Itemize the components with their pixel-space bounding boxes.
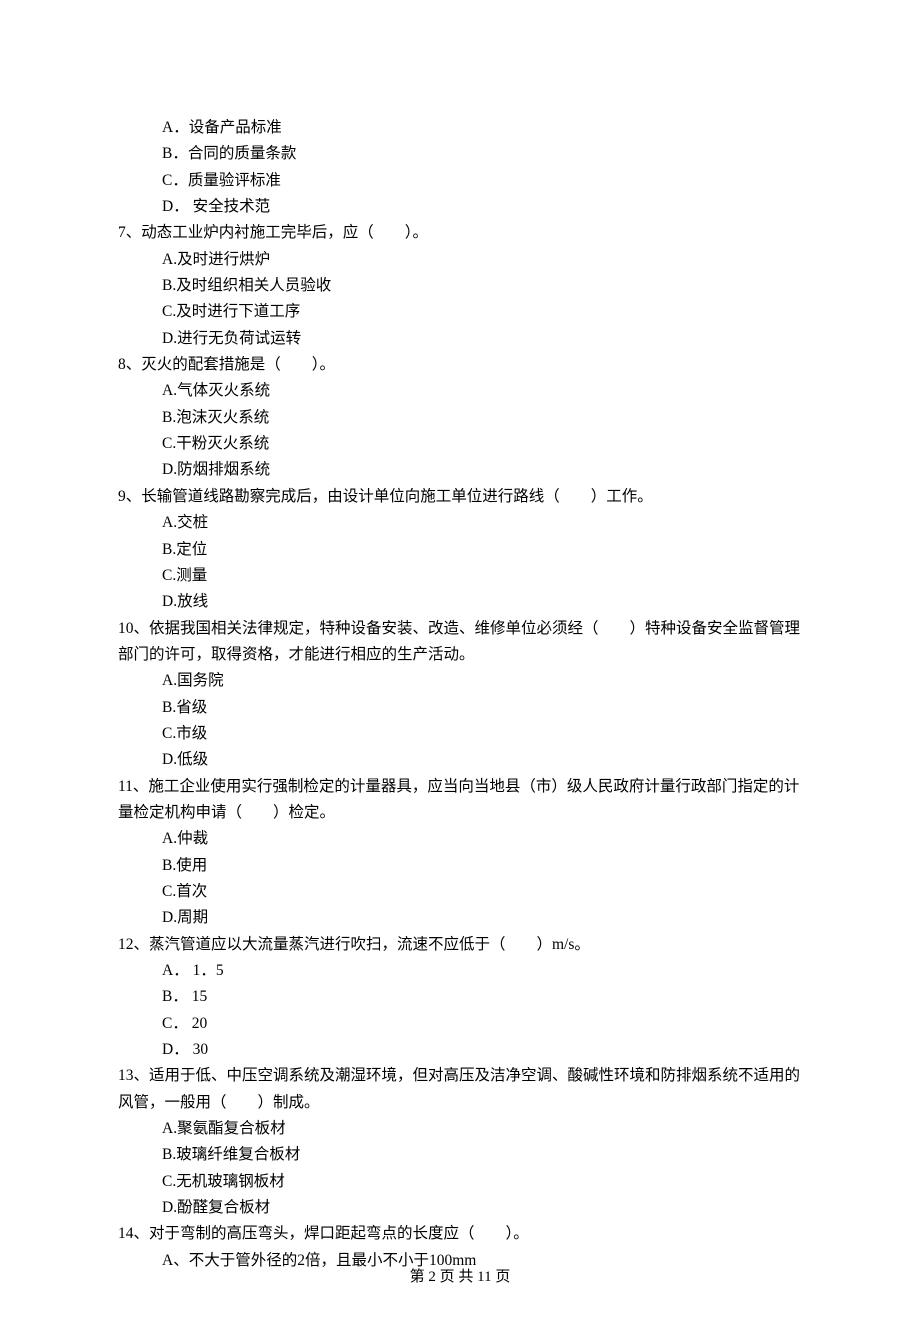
q6-option-c: C．质量验评标准 bbox=[118, 168, 802, 194]
q8-option-a: A.气体灭火系统 bbox=[118, 378, 802, 404]
q13-option-b: B.玻璃纤维复合板材 bbox=[118, 1142, 802, 1168]
q9-stem: 9、长输管道线路勘察完成后，由设计单位向施工单位进行路线（ ）工作。 bbox=[118, 484, 802, 510]
q12-option-a: A． 1．5 bbox=[118, 958, 802, 984]
q11-stem: 11、施工企业使用实行强制检定的计量器具，应当向当地县（市）级人民政府计量行政部… bbox=[118, 774, 802, 827]
q12-stem: 12、蒸汽管道应以大流量蒸汽进行吹扫，流速不应低于（ ）m/s。 bbox=[118, 932, 802, 958]
q11-option-b: B.使用 bbox=[118, 853, 802, 879]
q8-stem: 8、灭火的配套措施是（ ）。 bbox=[118, 352, 802, 378]
q13-stem: 13、适用于低、中压空调系统及潮湿环境，但对高压及洁净空调、酸碱性环境和防排烟系… bbox=[118, 1063, 802, 1116]
q10-stem: 10、依据我国相关法律规定，特种设备安装、改造、维修单位必须经（ ）特种设备安全… bbox=[118, 616, 802, 669]
q10-option-b: B.省级 bbox=[118, 695, 802, 721]
q8-option-d: D.防烟排烟系统 bbox=[118, 457, 802, 483]
q9-option-b: B.定位 bbox=[118, 537, 802, 563]
q13-option-a: A.聚氨酯复合板材 bbox=[118, 1116, 802, 1142]
q13-option-c: C.无机玻璃钢板材 bbox=[118, 1169, 802, 1195]
q9-option-a: A.交桩 bbox=[118, 510, 802, 536]
q11-option-c: C.首次 bbox=[118, 879, 802, 905]
q11-option-a: A.仲裁 bbox=[118, 826, 802, 852]
q9-option-d: D.放线 bbox=[118, 589, 802, 615]
q14-stem: 14、对于弯制的高压弯头，焊口距起弯点的长度应（ ）。 bbox=[118, 1221, 802, 1247]
q10-option-c: C.市级 bbox=[118, 721, 802, 747]
q10-option-d: D.低级 bbox=[118, 747, 802, 773]
q9-option-c: C.测量 bbox=[118, 563, 802, 589]
q7-option-b: B.及时组织相关人员验收 bbox=[118, 273, 802, 299]
q7-option-a: A.及时进行烘炉 bbox=[118, 247, 802, 273]
q13-option-d: D.酚醛复合板材 bbox=[118, 1195, 802, 1221]
document-page: A．设备产品标准 B．合同的质量条款 C．质量验评标准 D． 安全技术范 7、动… bbox=[0, 0, 920, 1324]
q7-option-d: D.进行无负荷试运转 bbox=[118, 326, 802, 352]
q10-option-a: A.国务院 bbox=[118, 668, 802, 694]
q6-option-b: B．合同的质量条款 bbox=[118, 141, 802, 167]
q12-option-c: C． 20 bbox=[118, 1011, 802, 1037]
page-footer: 第 2 页 共 11 页 bbox=[0, 1265, 920, 1291]
q12-option-b: B． 15 bbox=[118, 984, 802, 1010]
q8-option-b: B.泡沫灭火系统 bbox=[118, 405, 802, 431]
q6-option-d: D． 安全技术范 bbox=[118, 194, 802, 220]
q11-option-d: D.周期 bbox=[118, 905, 802, 931]
q8-option-c: C.干粉灭火系统 bbox=[118, 431, 802, 457]
q7-stem: 7、动态工业炉内衬施工完毕后，应（ ）。 bbox=[118, 220, 802, 246]
q12-option-d: D． 30 bbox=[118, 1037, 802, 1063]
q6-option-a: A．设备产品标准 bbox=[118, 115, 802, 141]
q7-option-c: C.及时进行下道工序 bbox=[118, 299, 802, 325]
